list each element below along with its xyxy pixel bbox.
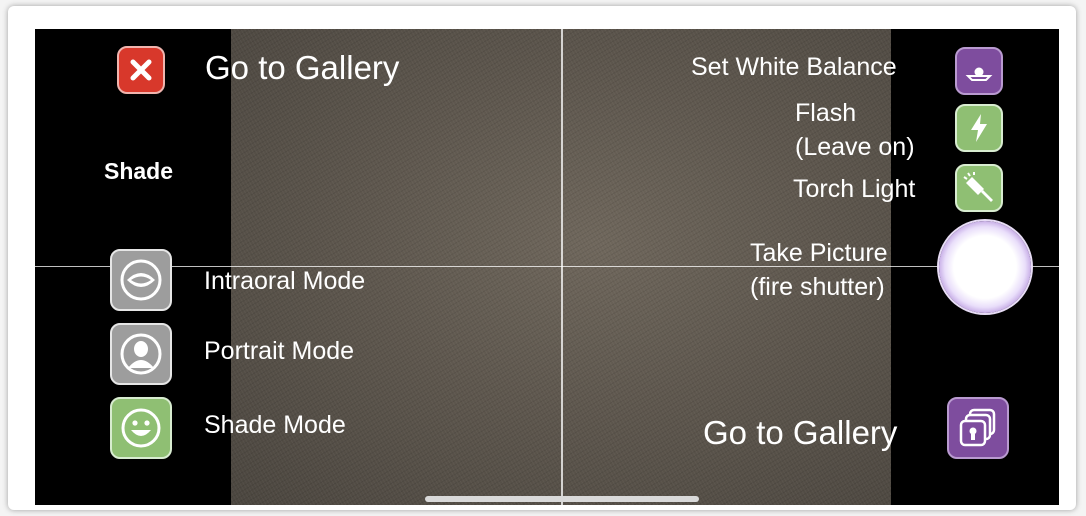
shade-mode-button[interactable] [110,397,172,459]
intraoral-mode-label: Intraoral Mode [204,267,366,295]
grid-line-horizontal [35,266,1059,267]
mouth-icon [120,259,162,301]
camera-screen: Go to Gallery Shade Intraoral Mode Portr… [35,29,1059,505]
go-to-gallery-label-right: Go to Gallery [703,414,898,451]
white-balance-label: Set White Balance [691,53,897,81]
portrait-mode-button[interactable] [110,323,172,385]
grid-line-vertical [561,29,563,505]
shade-mode-label: Shade Mode [204,411,346,439]
flash-label-line2: (Leave on) [795,133,915,161]
home-indicator [425,496,699,502]
flashlight-icon [963,172,993,202]
white-balance-icon [965,67,993,81]
person-icon [120,333,162,375]
flash-button[interactable] [955,104,1003,152]
screenshot-frame: Go to Gallery Shade Intraoral Mode Portr… [8,6,1076,510]
take-picture-label-line1: Take Picture [750,239,888,267]
lightning-icon [971,114,987,142]
torch-light-label: Torch Light [793,175,916,203]
go-to-gallery-label-left: Go to Gallery [205,49,400,86]
intraoral-mode-button[interactable] [110,249,172,311]
flash-label-line1: Flash [795,99,857,127]
gallery-stack-icon [959,408,996,447]
white-balance-button[interactable] [955,47,1003,95]
shutter-button[interactable] [939,221,1031,313]
portrait-mode-label: Portrait Mode [204,337,355,365]
gallery-button[interactable] [947,397,1009,459]
take-picture-label-line2: (fire shutter) [750,273,885,301]
close-icon [130,59,152,81]
close-button[interactable] [117,46,165,94]
torch-light-button[interactable] [955,164,1003,212]
mode-title: Shade [104,158,174,184]
smiley-icon [121,408,161,448]
